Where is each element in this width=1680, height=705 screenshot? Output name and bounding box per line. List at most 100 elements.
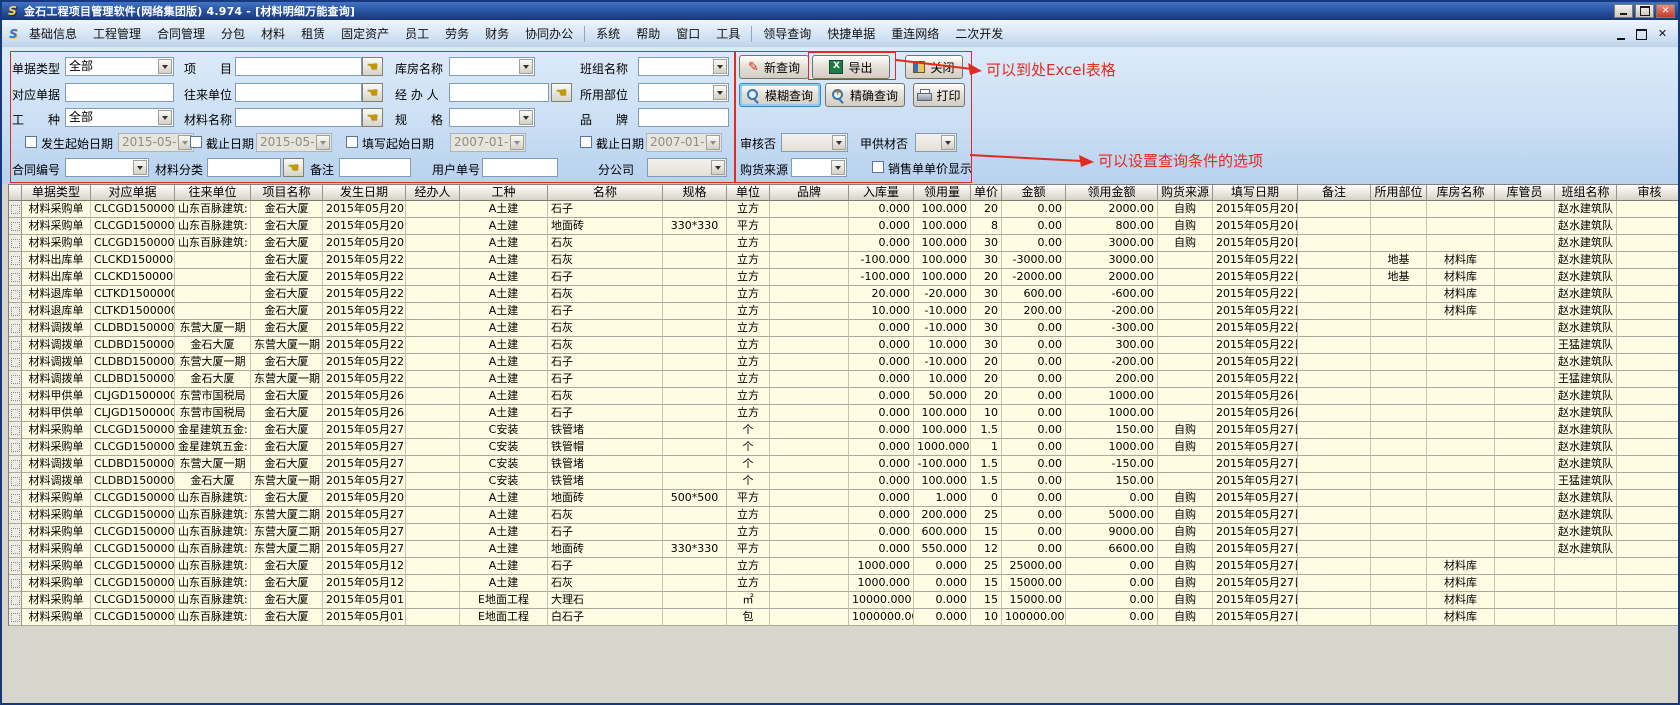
table-header-cell[interactable]: 库管员: [1495, 185, 1555, 201]
table-header-cell[interactable]: 品牌: [770, 185, 849, 201]
team-combo[interactable]: [638, 57, 729, 76]
restore-button[interactable]: [1635, 4, 1654, 18]
print-button[interactable]: 打印: [913, 83, 965, 107]
partner-lookup-button[interactable]: ☚: [362, 83, 383, 102]
table-row[interactable]: 材料调拨单CLDBD150000001东营大厦一期金石大厦2015年05月22日…: [9, 354, 1680, 371]
table-header-cell[interactable]: 规格: [663, 185, 727, 201]
chevron-down-icon[interactable]: [133, 160, 147, 175]
table-row[interactable]: 材料调拨单CLDBD150000001东营大厦一期金石大厦2015年05月22日…: [9, 320, 1680, 337]
exact-query-button[interactable]: +精确查询: [825, 83, 905, 107]
table-header-cell[interactable]: 备注: [1298, 185, 1371, 201]
table-header-cell[interactable]: 购货来源: [1158, 185, 1213, 201]
table-header-cell[interactable]: 填写日期: [1213, 185, 1298, 201]
table-row[interactable]: 材料采购单CLCGD150000003山东百脉建筑:东营大厦二期2015年05月…: [9, 507, 1680, 524]
table-row[interactable]: 材料退库单CLTKD150000001金石大厦2015年05月22日A土建石子立…: [9, 303, 1680, 320]
fill-end-checkbox[interactable]: [580, 136, 592, 148]
project-input[interactable]: [235, 57, 362, 76]
chevron-down-icon[interactable]: [519, 59, 533, 74]
menu-item-4[interactable]: 分包: [213, 21, 253, 46]
chevron-down-icon[interactable]: [713, 85, 727, 100]
chevron-down-icon[interactable]: [158, 110, 172, 125]
bill-type-combo[interactable]: 全部: [65, 57, 174, 76]
table-row[interactable]: 材料采购单CLCGD150000001山东百脉建筑:金石大厦2015年05月20…: [9, 201, 1680, 218]
row-selector-cell[interactable]: [9, 507, 22, 524]
warehouse-combo[interactable]: [449, 57, 535, 76]
table-header-cell[interactable]: 领用量: [914, 185, 971, 201]
row-selector-cell[interactable]: [9, 252, 22, 269]
occur-start-checkbox[interactable]: [25, 136, 37, 148]
table-header-cell[interactable]: 金额: [1002, 185, 1066, 201]
table-header-cell[interactable]: 往来单位: [175, 185, 251, 201]
row-selector-cell[interactable]: [9, 456, 22, 473]
table-header-cell[interactable]: 工种: [460, 185, 548, 201]
table-header-cell[interactable]: 单位: [727, 185, 770, 201]
sale-price-display-checkbox[interactable]: [872, 161, 884, 173]
contract-no-combo[interactable]: [65, 158, 149, 177]
row-selector-cell[interactable]: [9, 286, 22, 303]
row-selector-cell[interactable]: [9, 575, 22, 592]
chevron-down-icon[interactable]: [941, 135, 955, 150]
table-row[interactable]: 材料采购单CLCGD150000002金星建筑五金:金石大厦2015年05月27…: [9, 422, 1680, 439]
table-row[interactable]: 材料采购单CLCGD150000004山东百脉建筑:金石大厦2015年05月12…: [9, 575, 1680, 592]
menu-item-7[interactable]: 固定资产: [333, 21, 397, 46]
menu-item-3[interactable]: 合同管理: [149, 21, 213, 46]
table-row[interactable]: 材料甲供单CLJGD150000001东营市国税局金石大厦2015年05月26日…: [9, 405, 1680, 422]
table-row[interactable]: 材料调拨单CLDBD150000001金石大厦东营大厦一期2015年05月22日…: [9, 371, 1680, 388]
row-selector-cell[interactable]: [9, 609, 22, 626]
menu-item-2[interactable]: 工程管理: [85, 21, 149, 46]
audited-combo[interactable]: [781, 133, 848, 152]
work-type-combo[interactable]: 全部: [65, 108, 174, 127]
table-header-cell[interactable]: 对应单据: [91, 185, 175, 201]
material-class-input[interactable]: [207, 158, 281, 177]
material-name-input[interactable]: [235, 108, 362, 127]
row-selector-cell[interactable]: [9, 405, 22, 422]
menu-item-5[interactable]: 材料: [253, 21, 293, 46]
table-row[interactable]: 材料采购单CLCGD150000002金星建筑五金:金石大厦2015年05月27…: [9, 439, 1680, 456]
row-selector-cell[interactable]: [9, 490, 22, 507]
menu-item-16[interactable]: 领导查询: [755, 21, 819, 46]
table-header-cell[interactable]: 项目名称: [251, 185, 323, 201]
chevron-down-icon[interactable]: [832, 135, 846, 150]
table-row[interactable]: 材料出库单CLCKD150000001金石大厦2015年05月22日A土建石灰立…: [9, 252, 1680, 269]
menu-item-18[interactable]: 重连网络: [883, 21, 947, 46]
table-row[interactable]: 材料调拨单CLDBD150000002金石大厦东营大厦一期2015年05月27日…: [9, 473, 1680, 490]
row-selector-cell[interactable]: [9, 371, 22, 388]
row-selector-cell[interactable]: [9, 422, 22, 439]
close-button[interactable]: ✕: [1656, 4, 1675, 18]
menu-item-17[interactable]: 快捷单据: [819, 21, 883, 46]
row-selector-cell[interactable]: [9, 541, 22, 558]
minimize-button[interactable]: [1614, 4, 1633, 18]
occur-start-date-combo[interactable]: 2015-05-28: [118, 133, 194, 152]
table-row[interactable]: 材料采购单CLCGD150000001山东百脉建筑:金石大厦2015年05月20…: [9, 235, 1680, 252]
fill-end-date-combo[interactable]: 2007-01-31: [646, 133, 722, 152]
menu-item-12[interactable]: 系统: [588, 21, 628, 46]
menu-item-19[interactable]: 二次开发: [947, 21, 1011, 46]
export-button[interactable]: 导出: [812, 55, 890, 79]
branch-combo[interactable]: [647, 158, 727, 177]
row-selector-cell[interactable]: [9, 354, 22, 371]
row-selector-cell[interactable]: [9, 235, 22, 252]
row-selector-cell[interactable]: [9, 439, 22, 456]
material-lookup-button[interactable]: ☚: [362, 108, 383, 127]
brand-input[interactable]: [638, 108, 729, 127]
table-header-cell[interactable]: 入库量: [849, 185, 914, 201]
table-header-cell[interactable]: 名称: [548, 185, 663, 201]
material-class-lookup-button[interactable]: ☚: [283, 158, 304, 177]
row-selector-cell[interactable]: [9, 320, 22, 337]
row-selector-cell[interactable]: [9, 218, 22, 235]
table-header-cell[interactable]: 审核: [1617, 185, 1680, 201]
fuzzy-query-button[interactable]: 模糊查询: [739, 83, 821, 107]
chevron-down-icon[interactable]: [713, 59, 727, 74]
table-header-cell[interactable]: 单据类型: [22, 185, 91, 201]
menu-item-1[interactable]: 基础信息: [21, 21, 85, 46]
table-header-cell[interactable]: 经办人: [406, 185, 460, 201]
table-row[interactable]: 材料采购单CLCGD150000004山东百脉建筑:金石大厦2015年05月12…: [9, 558, 1680, 575]
row-selector-cell[interactable]: [9, 269, 22, 286]
menu-item-6[interactable]: 租赁: [293, 21, 333, 46]
note-input[interactable]: [339, 158, 411, 177]
mdi-close-icon[interactable]: ✕: [1655, 27, 1670, 40]
row-selector-cell[interactable]: [9, 524, 22, 541]
close-window-button[interactable]: 关闭: [905, 55, 963, 79]
ref-bill-input[interactable]: [65, 83, 174, 102]
chevron-down-icon[interactable]: [519, 110, 533, 125]
